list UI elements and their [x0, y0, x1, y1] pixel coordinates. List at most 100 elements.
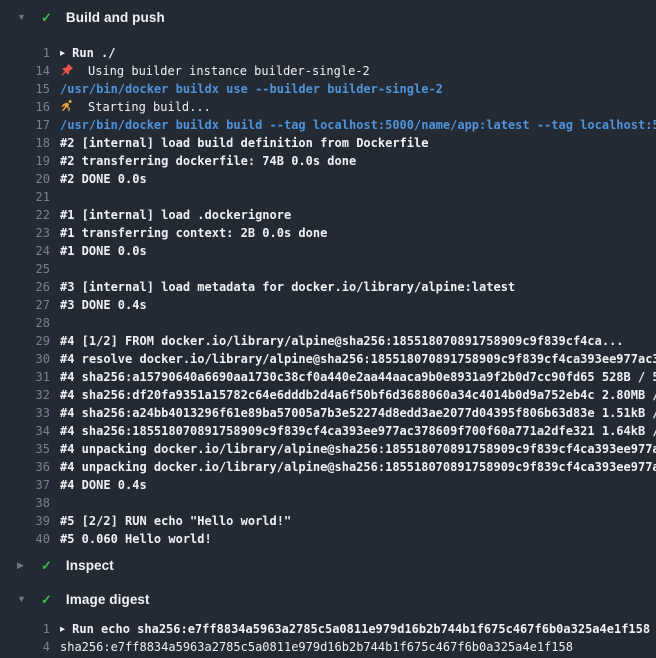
- log-section-inspect: ▶✓Inspect: [0, 548, 656, 582]
- check-icon: ✓: [41, 11, 52, 24]
- line-number[interactable]: 33: [0, 404, 50, 422]
- line-text: #1 [internal] load .dockerignore: [60, 208, 291, 222]
- log-line: 14 Using builder instance builder-single-…: [0, 62, 656, 80]
- line-text: #4 unpacking docker.io/library/alpine@sh…: [60, 460, 656, 474]
- caret-down-icon[interactable]: ▼: [17, 595, 28, 604]
- line-number[interactable]: 32: [0, 386, 50, 404]
- log-line: 36 #4 unpacking docker.io/library/alpine@…: [0, 458, 656, 476]
- log-line: 24 #1 DONE 0.0s: [0, 242, 656, 260]
- line-content: #1 transferring context: 2B 0.0s done: [60, 224, 656, 242]
- line-number[interactable]: 1: [0, 620, 50, 638]
- line-number[interactable]: 40: [0, 530, 50, 548]
- line-content: /usr/bin/docker buildx build --tag local…: [60, 116, 656, 134]
- line-number[interactable]: 35: [0, 440, 50, 458]
- line-number[interactable]: 25: [0, 260, 50, 278]
- line-number[interactable]: 39: [0, 512, 50, 530]
- line-text: Run ./: [72, 46, 115, 60]
- runner-icon: [60, 99, 74, 113]
- line-content: [60, 494, 656, 512]
- log-line: 40 #5 0.060 Hello world!: [0, 530, 656, 548]
- line-number[interactable]: 30: [0, 350, 50, 368]
- line-content: ▶Run echo sha256:e7ff8834a5963a2785c5a08…: [60, 620, 656, 638]
- line-content: #4 sha256:df20fa9351a15782c64e6dddb2d4a6…: [60, 386, 656, 404]
- log-line: 32 #4 sha256:df20fa9351a15782c64e6dddb2d4…: [0, 386, 656, 404]
- line-content: sha256:e7ff8834a5963a2785c5a0811e979d16b…: [60, 638, 656, 656]
- line-text: #2 DONE 0.0s: [60, 172, 147, 186]
- line-number[interactable]: 14: [0, 62, 50, 80]
- log-line: 37 #4 DONE 0.4s: [0, 476, 656, 494]
- line-number[interactable]: 29: [0, 332, 50, 350]
- line-content: [60, 314, 656, 332]
- line-text: #3 [internal] load metadata for docker.i…: [60, 280, 515, 294]
- line-content: Starting build...: [60, 98, 656, 116]
- line-content: #5 [2/2] RUN echo "Hello world!": [60, 512, 656, 530]
- log-line: 18 #2 [internal] load build definition fr…: [0, 134, 656, 152]
- line-content: #4 DONE 0.4s: [60, 476, 656, 494]
- line-number[interactable]: 34: [0, 422, 50, 440]
- line-number[interactable]: 27: [0, 296, 50, 314]
- log-line: 26 #3 [internal] load metadata for docker…: [0, 278, 656, 296]
- line-number[interactable]: 18: [0, 134, 50, 152]
- line-content: #4 [1/2] FROM docker.io/library/alpine@s…: [60, 332, 656, 350]
- line-text: #3 DONE 0.4s: [60, 298, 147, 312]
- line-content: #5 0.060 Hello world!: [60, 530, 656, 548]
- log-line: 30 #4 resolve docker.io/library/alpine@sh…: [0, 350, 656, 368]
- line-number[interactable]: 24: [0, 242, 50, 260]
- line-number[interactable]: 15: [0, 80, 50, 98]
- line-text: #1 transferring context: 2B 0.0s done: [60, 226, 327, 240]
- line-number[interactable]: 23: [0, 224, 50, 242]
- section-header-image-digest[interactable]: ▼✓Image digest: [0, 582, 656, 616]
- line-number[interactable]: 20: [0, 170, 50, 188]
- line-text: #2 [internal] load build definition from…: [60, 136, 428, 150]
- line-content: #2 transferring dockerfile: 74B 0.0s don…: [60, 152, 656, 170]
- line-number[interactable]: 37: [0, 476, 50, 494]
- line-content: #1 DONE 0.0s: [60, 242, 656, 260]
- line-content: #4 unpacking docker.io/library/alpine@sh…: [60, 440, 656, 458]
- line-number[interactable]: 21: [0, 188, 50, 206]
- line-number[interactable]: 19: [0, 152, 50, 170]
- check-icon: ✓: [41, 559, 52, 572]
- line-number[interactable]: 4: [0, 638, 50, 656]
- line-number[interactable]: 17: [0, 116, 50, 134]
- log-line: 34 #4 sha256:185518070891758909c9f839cf4c…: [0, 422, 656, 440]
- caret-right-icon[interactable]: ▶: [17, 561, 28, 570]
- line-text: /usr/bin/docker buildx build --tag local…: [60, 118, 656, 132]
- line-text: #1 DONE 0.0s: [60, 244, 147, 258]
- log-line: 20 #2 DONE 0.0s: [0, 170, 656, 188]
- line-number[interactable]: 36: [0, 458, 50, 476]
- line-number[interactable]: 38: [0, 494, 50, 512]
- log-line: 1 ▶Run echo sha256:e7ff8834a5963a2785c5a0…: [0, 620, 656, 638]
- line-content: #2 DONE 0.0s: [60, 170, 656, 188]
- line-content: #2 [internal] load build definition from…: [60, 134, 656, 152]
- section-body-image-digest: 1 ▶Run echo sha256:e7ff8834a5963a2785c5a0…: [0, 616, 656, 656]
- line-number[interactable]: 31: [0, 368, 50, 386]
- log-line: 4 sha256:e7ff8834a5963a2785c5a0811e979d16…: [0, 638, 656, 656]
- line-number[interactable]: 1: [0, 44, 50, 62]
- line-content: #3 DONE 0.4s: [60, 296, 656, 314]
- section-header-inspect[interactable]: ▶✓Inspect: [0, 548, 656, 582]
- log-section-image-digest: ▼✓Image digest1▶Run echo sha256:e7ff8834…: [0, 582, 656, 656]
- line-text: #4 sha256:a24bb4013296f61e89ba57005a7b3e…: [60, 406, 656, 420]
- line-text: #5 [2/2] RUN echo "Hello world!": [60, 514, 291, 528]
- line-number[interactable]: 26: [0, 278, 50, 296]
- expand-toggle-icon[interactable]: ▶: [60, 45, 65, 63]
- check-icon: ✓: [41, 593, 52, 606]
- line-number[interactable]: 16: [0, 98, 50, 116]
- line-number[interactable]: 22: [0, 206, 50, 224]
- section-header-build-and-push[interactable]: ▼ ✓ Build and push: [0, 0, 656, 34]
- log-line: 31#4 sha256:a15790640a6690aa1730c38cf0a4…: [0, 368, 656, 386]
- line-content: #3 [internal] load metadata for docker.i…: [60, 278, 656, 296]
- section-title: Build and push: [66, 10, 165, 25]
- caret-down-icon[interactable]: ▼: [17, 13, 28, 22]
- actions-log-viewer: ▼✓Build and push1▶Run ./14Using builder …: [0, 0, 656, 658]
- line-content: Using builder instance builder-single-2: [60, 62, 656, 80]
- line-content: #4 sha256:185518070891758909c9f839cf4ca3…: [60, 422, 656, 440]
- log-line: 35 #4 unpacking docker.io/library/alpine@…: [0, 440, 656, 458]
- log-line: 19 #2 transferring dockerfile: 74B 0.0s d…: [0, 152, 656, 170]
- line-text: #4 resolve docker.io/library/alpine@sha2…: [60, 352, 656, 366]
- line-content: #4 sha256:a24bb4013296f61e89ba57005a7b3e…: [60, 404, 656, 422]
- line-number[interactable]: 28: [0, 314, 50, 332]
- expand-toggle-icon[interactable]: ▶: [60, 621, 65, 639]
- log-line: 27 #3 DONE 0.4s: [0, 296, 656, 314]
- line-text: #4 [1/2] FROM docker.io/library/alpine@s…: [60, 334, 624, 348]
